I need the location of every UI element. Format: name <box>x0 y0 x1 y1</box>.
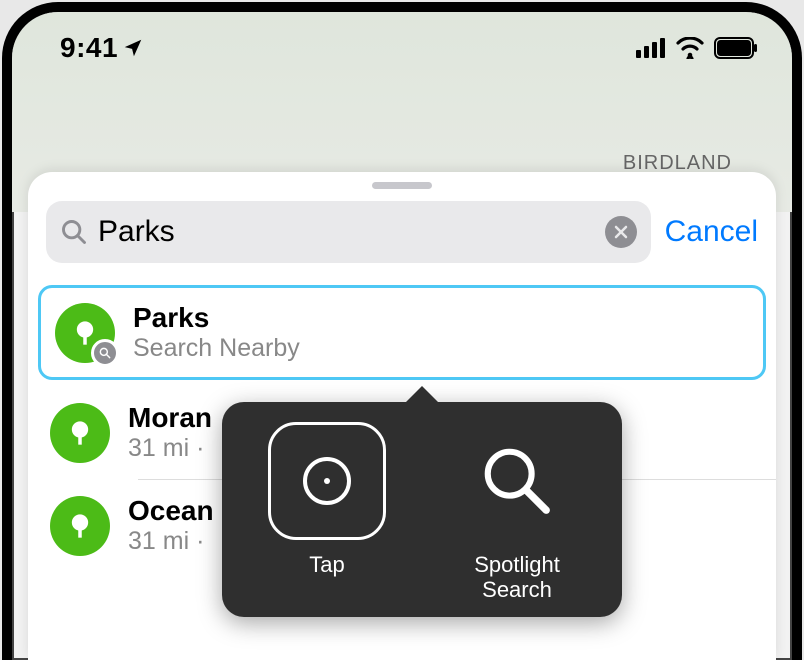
category-avatar <box>55 303 115 363</box>
magnifier-icon <box>478 422 556 540</box>
popup-option-label: Tap <box>309 552 344 577</box>
search-badge-icon <box>91 339 119 367</box>
cellular-icon <box>636 38 666 58</box>
wifi-icon <box>676 37 704 59</box>
category-avatar <box>50 403 110 463</box>
location-arrow-icon <box>122 37 144 59</box>
result-item-parks[interactable]: Parks Search Nearby <box>38 285 766 380</box>
action-popup: Tap Spotlight Search <box>222 402 622 617</box>
popup-option-label: Spotlight Search <box>474 552 560 603</box>
clear-button[interactable] <box>605 216 637 248</box>
popup-option-tap[interactable]: Tap <box>232 422 422 603</box>
result-title: Parks <box>133 302 300 334</box>
search-field[interactable]: Parks <box>46 201 651 263</box>
sheet-grabber[interactable] <box>372 182 432 189</box>
status-bar: 9:41 <box>12 12 792 74</box>
search-row: Parks Cancel <box>28 201 776 263</box>
tree-icon <box>66 512 94 540</box>
search-input[interactable]: Parks <box>98 215 595 249</box>
search-icon <box>60 218 88 246</box>
cancel-button[interactable]: Cancel <box>665 215 758 249</box>
status-time: 9:41 <box>60 32 144 64</box>
category-avatar <box>50 496 110 556</box>
status-time-text: 9:41 <box>60 32 118 64</box>
result-subtitle: Search Nearby <box>133 334 300 363</box>
result-text: Parks Search Nearby <box>133 302 300 363</box>
popup-option-spotlight[interactable]: Spotlight Search <box>422 422 612 603</box>
battery-icon <box>714 37 758 59</box>
tap-target-icon <box>268 422 386 540</box>
status-icons <box>636 37 758 59</box>
device-frame: BIRDLAND 9:41 Parks Cancel <box>12 12 792 660</box>
close-icon <box>613 224 629 240</box>
tree-icon <box>66 419 94 447</box>
